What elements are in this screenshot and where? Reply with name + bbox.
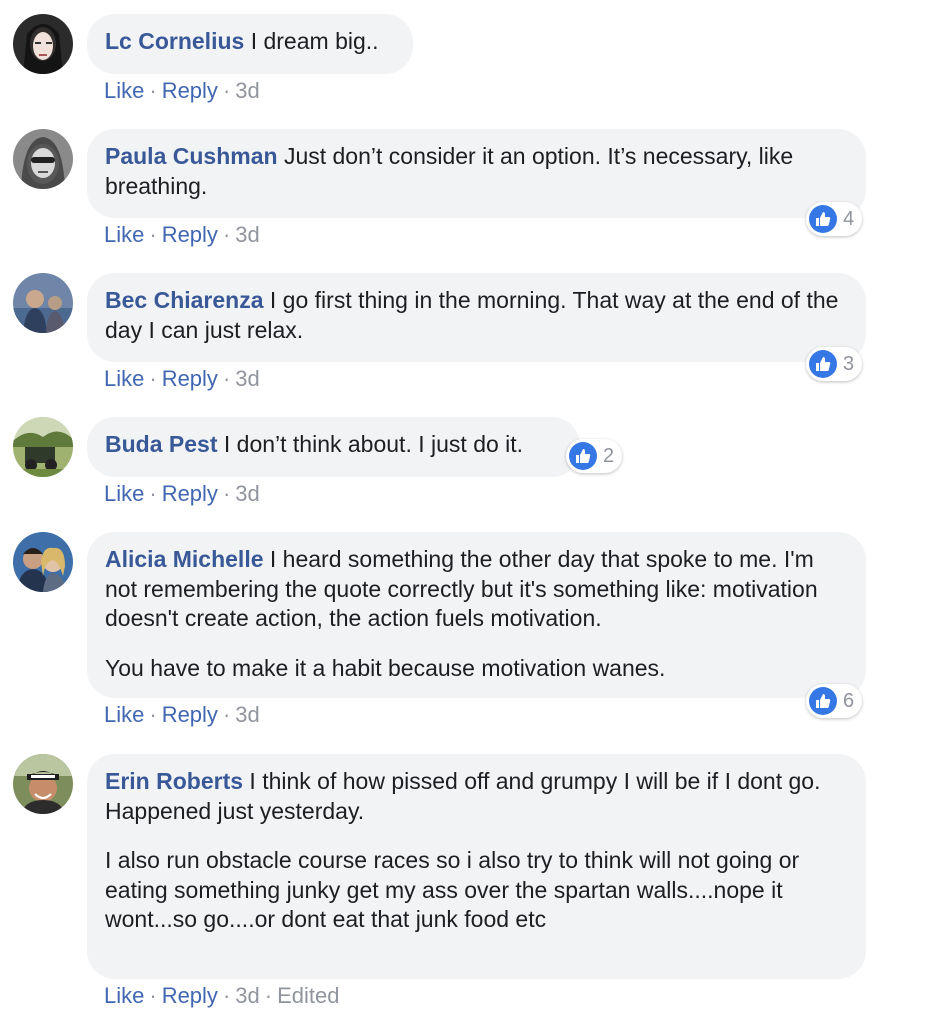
avatar[interactable] xyxy=(13,14,73,74)
reaction-count: 2 xyxy=(603,444,615,467)
separator: · xyxy=(222,78,231,103)
comment-author[interactable]: Buda Pest xyxy=(105,431,217,457)
comment-author[interactable]: Lc Cornelius xyxy=(105,28,244,54)
edited-label[interactable]: Edited xyxy=(277,983,339,1008)
comment-bubble: Lc Cornelius I dream big.. xyxy=(87,14,413,74)
avatar[interactable] xyxy=(13,417,73,477)
thumbs-up-icon xyxy=(809,205,837,233)
comment-text: I don’t think about. I just do it. xyxy=(223,431,524,457)
comment-text: You have to make it a habit because moti… xyxy=(105,654,666,681)
comment-author[interactable]: Alicia Michelle xyxy=(105,546,264,572)
separator: · xyxy=(222,983,231,1008)
thumbs-up-icon xyxy=(809,687,837,715)
comment-actions: Like · Reply · 3d xyxy=(104,78,260,104)
reaction-badge[interactable]: 2 xyxy=(566,439,623,473)
reaction-count: 6 xyxy=(843,689,855,712)
comment-author[interactable]: Bec Chiarenza xyxy=(105,287,264,313)
comment-text: I dream big.. xyxy=(250,28,379,54)
separator: · xyxy=(222,702,231,727)
separator: · xyxy=(222,481,231,506)
reply-link[interactable]: Reply xyxy=(162,983,218,1008)
comment-bubble: Erin Roberts I think of how pissed off a… xyxy=(87,754,866,979)
timestamp[interactable]: 3d xyxy=(235,366,259,391)
avatar[interactable] xyxy=(13,129,73,189)
comment-bubble: Buda Pest I don’t think about. I just do… xyxy=(87,417,580,477)
separator: · xyxy=(149,702,157,727)
separator: · xyxy=(149,481,157,506)
timestamp[interactable]: 3d xyxy=(235,702,259,727)
thumbs-up-icon xyxy=(569,442,597,470)
avatar[interactable] xyxy=(13,754,73,814)
reaction-count: 4 xyxy=(843,207,855,230)
comment-text: I also run obstacle course races so i al… xyxy=(105,847,800,932)
avatar[interactable] xyxy=(13,273,73,333)
comment-bubble: Bec Chiarenza I go first thing in the mo… xyxy=(87,273,866,362)
comment-actions: Like · Reply · 3d xyxy=(104,702,260,728)
separator: · xyxy=(149,366,157,391)
comment-author[interactable]: Paula Cushman xyxy=(105,143,278,169)
comment-author[interactable]: Erin Roberts xyxy=(105,768,243,794)
comment-actions: Like · Reply · 3d xyxy=(104,366,260,392)
separator: · xyxy=(149,983,157,1008)
like-link[interactable]: Like xyxy=(104,983,144,1008)
comment-actions: Like · Reply · 3d xyxy=(104,222,260,248)
avatar[interactable] xyxy=(13,532,73,592)
reply-link[interactable]: Reply xyxy=(162,481,218,506)
timestamp[interactable]: 3d xyxy=(235,78,259,103)
like-link[interactable]: Like xyxy=(104,366,144,391)
like-link[interactable]: Like xyxy=(104,702,144,727)
comment-actions: Like · Reply · 3d xyxy=(104,481,260,507)
reaction-badge[interactable]: 3 xyxy=(806,347,863,381)
like-link[interactable]: Like xyxy=(104,481,144,506)
timestamp[interactable]: 3d xyxy=(235,481,259,506)
reaction-badge[interactable]: 6 xyxy=(806,684,863,718)
comment-bubble: Paula Cushman Just don’t consider it an … xyxy=(87,129,866,218)
separator: · xyxy=(222,222,231,247)
reply-link[interactable]: Reply xyxy=(162,222,218,247)
like-link[interactable]: Like xyxy=(104,222,144,247)
reaction-count: 3 xyxy=(843,352,855,375)
reaction-badge[interactable]: 4 xyxy=(806,202,863,236)
reply-link[interactable]: Reply xyxy=(162,702,218,727)
reply-link[interactable]: Reply xyxy=(162,366,218,391)
separator: · xyxy=(222,366,231,391)
timestamp[interactable]: 3d xyxy=(235,222,259,247)
timestamp[interactable]: 3d xyxy=(235,983,259,1008)
separator: · xyxy=(264,983,273,1008)
reply-link[interactable]: Reply xyxy=(162,78,218,103)
comment-bubble: Alicia Michelle I heard something the ot… xyxy=(87,532,866,698)
like-link[interactable]: Like xyxy=(104,78,144,103)
separator: · xyxy=(149,222,157,247)
separator: · xyxy=(149,78,157,103)
thumbs-up-icon xyxy=(809,350,837,378)
comment-actions: Like · Reply · 3d · Edited xyxy=(104,983,339,1009)
